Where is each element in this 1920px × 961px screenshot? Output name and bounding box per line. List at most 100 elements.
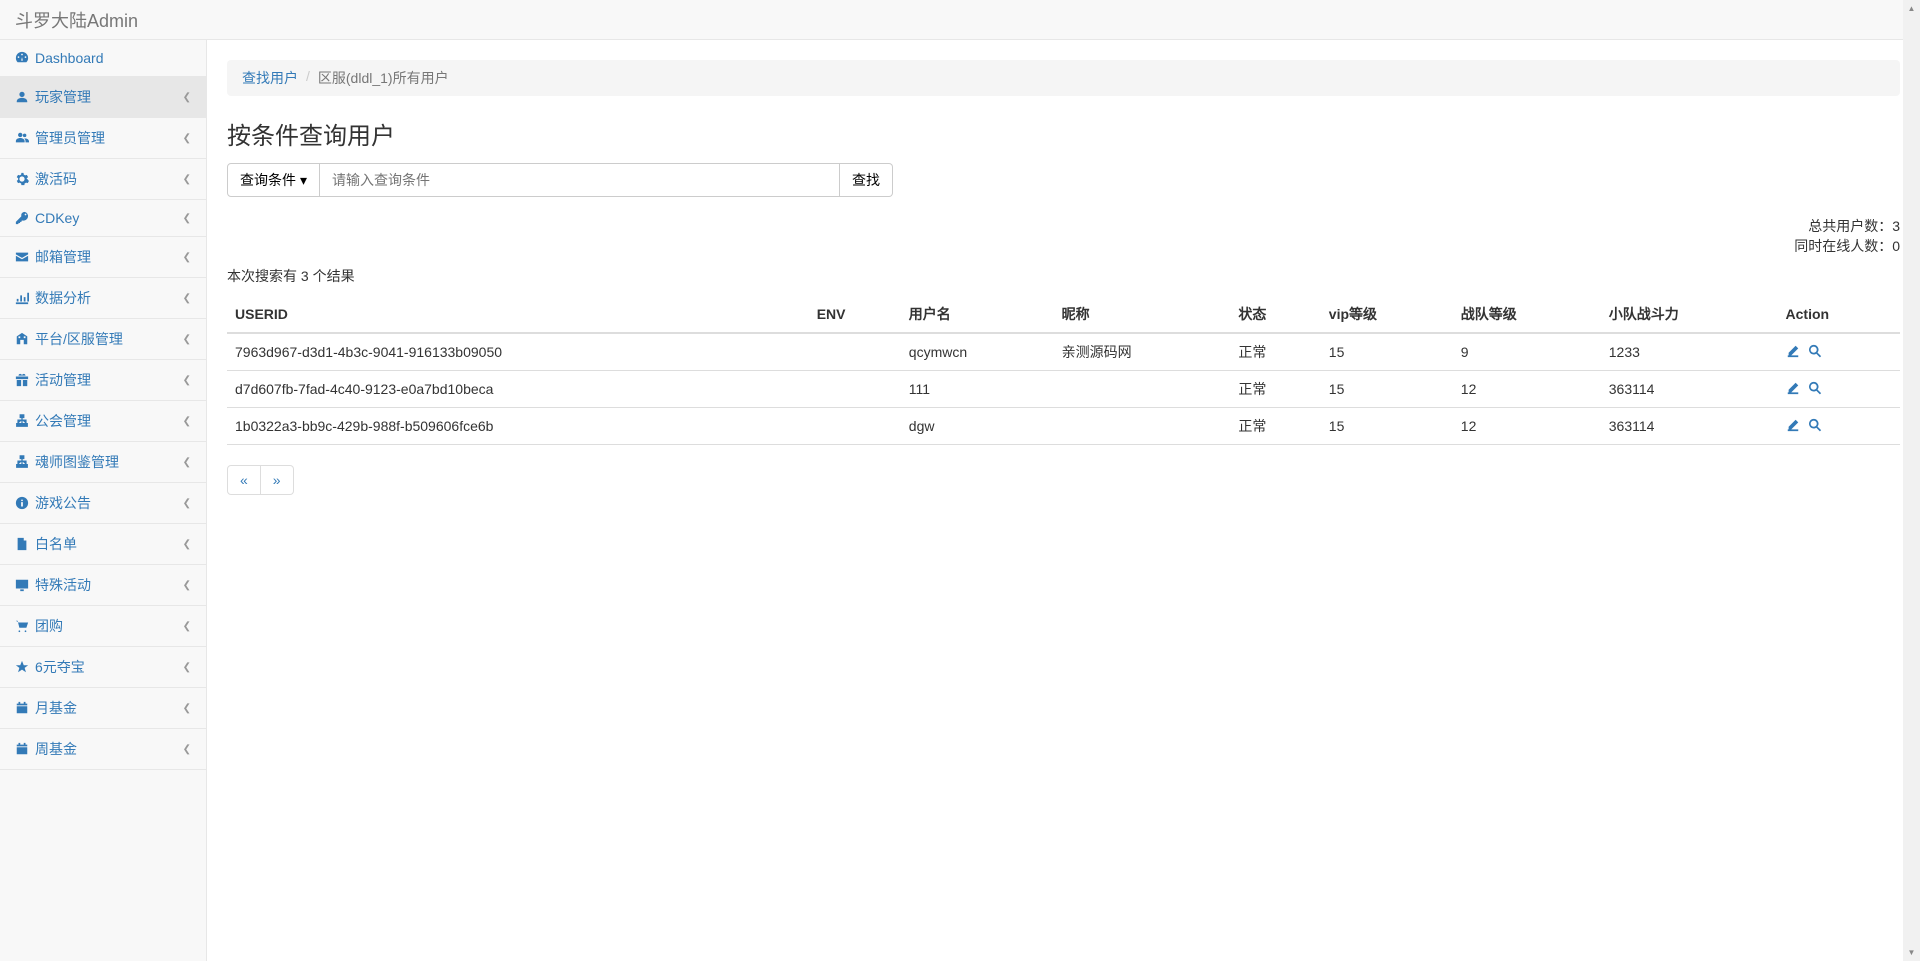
breadcrumb: 查找用户 / 区服(dldl_1)所有用户 (227, 60, 1900, 96)
chevron-left-icon: ❮ (183, 213, 191, 224)
cell-action (1778, 371, 1900, 408)
stats: 总共用户数：3 同时在线人数：0 (227, 217, 1900, 256)
chevron-left-icon: ❮ (183, 375, 191, 386)
sidebar-item-14[interactable]: 团购❮ (0, 606, 206, 647)
sidebar-item-17[interactable]: 周基金❮ (0, 729, 206, 770)
cell-username: qcymwcn (901, 333, 1054, 371)
gear-icon (15, 172, 29, 186)
sidebar-item-2[interactable]: 管理员管理❮ (0, 118, 206, 159)
sidebar-item-label: 游戏公告 (35, 493, 91, 513)
sidebar: Dashboard玩家管理❮管理员管理❮激活码❮CDKey❮邮箱管理❮数据分析❮… (0, 40, 207, 961)
sidebar-item-label: 数据分析 (35, 288, 91, 308)
cell-env (809, 333, 901, 371)
search-icon[interactable] (1808, 381, 1822, 398)
sidebar-item-label: 月基金 (35, 698, 77, 718)
results-info: 本次搜索有 3 个结果 (227, 266, 1900, 286)
cell-nickname (1054, 371, 1231, 408)
edit-icon[interactable] (1786, 344, 1800, 361)
cell-vip-level: 15 (1321, 333, 1453, 371)
scrollbar-up-icon[interactable]: ▲ (1903, 0, 1920, 17)
sidebar-item-label: 平台/区服管理 (35, 329, 123, 349)
edit-icon[interactable] (1786, 418, 1800, 435)
sidebar-item-6[interactable]: 数据分析❮ (0, 278, 206, 319)
sidebar-item-9[interactable]: 公会管理❮ (0, 401, 206, 442)
sidebar-item-5[interactable]: 邮箱管理❮ (0, 237, 206, 278)
total-users-stat: 总共用户数：3 (227, 217, 1900, 237)
sidebar-item-12[interactable]: 白名单❮ (0, 524, 206, 565)
search-icon[interactable] (1808, 418, 1822, 435)
sidebar-item-label: 特殊活动 (35, 575, 91, 595)
sidebar-item-label: Dashboard (35, 50, 104, 66)
sidebar-item-label: 魂师图鉴管理 (35, 452, 119, 472)
search-input[interactable] (320, 163, 840, 197)
sidebar-item-label: CDKey (35, 210, 79, 226)
sidebar-item-0[interactable]: Dashboard (0, 40, 206, 77)
sidebar-item-label: 6元夺宝 (35, 657, 85, 677)
scrollbar[interactable]: ▲ ▼ (1903, 0, 1920, 961)
navbar: 斗罗大陆Admin (0, 0, 1920, 40)
cell-team-power: 363114 (1601, 408, 1778, 445)
sidebar-item-label: 活动管理 (35, 370, 91, 390)
sidebar-item-11[interactable]: 游戏公告❮ (0, 483, 206, 524)
th-action: Action (1778, 296, 1900, 333)
breadcrumb-separator: / (306, 68, 310, 88)
cell-team-level: 12 (1453, 408, 1601, 445)
scrollbar-down-icon[interactable]: ▼ (1903, 944, 1920, 961)
chevron-left-icon: ❮ (183, 703, 191, 714)
sidebar-item-label: 团购 (35, 616, 63, 636)
cell-team-level: 12 (1453, 371, 1601, 408)
cell-vip-level: 15 (1321, 371, 1453, 408)
th-team-level: 战队等级 (1453, 296, 1601, 333)
gift-icon (15, 373, 29, 387)
chevron-left-icon: ❮ (183, 744, 191, 755)
cell-userid: 1b0322a3-bb9c-429b-988f-b509606fce6b (227, 408, 809, 445)
pagination-next-button[interactable]: » (261, 465, 294, 495)
envelope-icon (15, 250, 29, 264)
sidebar-item-4[interactable]: CDKey ❮ (0, 200, 206, 237)
cell-vip-level: 15 (1321, 408, 1453, 445)
online-users-stat: 同时在线人数：0 (227, 237, 1900, 257)
chevron-left-icon: ❮ (183, 92, 191, 103)
sidebar-item-16[interactable]: 月基金 ❮ (0, 688, 206, 729)
table-row: 1b0322a3-bb9c-429b-988f-b509606fce6b dgw 正… (227, 408, 1900, 445)
sidebar-item-8[interactable]: 活动管理 ❮ (0, 360, 206, 401)
cell-username: dgw (901, 408, 1054, 445)
sidebar-item-7[interactable]: 平台/区服管理❮ (0, 319, 206, 360)
sidebar-item-label: 玩家管理 (35, 87, 91, 107)
th-vip-level: vip等级 (1321, 296, 1453, 333)
th-env: ENV (809, 296, 901, 333)
star-icon (15, 660, 29, 674)
dashboard-icon (15, 51, 29, 65)
sitemap-icon (15, 414, 29, 428)
cell-status: 正常 (1230, 408, 1320, 445)
cell-userid: 7963d967-d3d1-4b3c-9041-916133b09050 (227, 333, 809, 371)
pagination-prev-button[interactable]: « (227, 465, 261, 495)
cell-env (809, 371, 901, 408)
navbar-brand[interactable]: 斗罗大陆Admin (15, 7, 138, 33)
sidebar-item-13[interactable]: 特殊活动❮ (0, 565, 206, 606)
cell-action (1778, 333, 1900, 371)
search-button[interactable]: 查找 (840, 163, 893, 197)
users-table: USERID ENV 用户名 昵称 状态 vip等级 战队等级 小队战斗力 Ac… (227, 296, 1900, 445)
calendar-icon (15, 701, 29, 715)
chevron-left-icon: ❮ (183, 133, 191, 144)
edit-icon[interactable] (1786, 381, 1800, 398)
search-dropdown-button[interactable]: 查询条件 ▾ (227, 163, 320, 197)
key-icon (15, 211, 29, 225)
info-icon (15, 496, 29, 510)
sidebar-item-1[interactable]: 玩家管理 ❮ (0, 77, 206, 118)
pagination: « » (227, 465, 1900, 495)
search-icon[interactable] (1808, 344, 1822, 361)
breadcrumb-link[interactable]: 查找用户 (242, 68, 298, 88)
sitemap-icon (15, 455, 29, 469)
chevron-left-icon: ❮ (183, 457, 191, 468)
sidebar-item-label: 白名单 (35, 534, 77, 554)
table-header-row: USERID ENV 用户名 昵称 状态 vip等级 战队等级 小队战斗力 Ac… (227, 296, 1900, 333)
table-row: 7963d967-d3d1-4b3c-9041-916133b09050 qcym… (227, 333, 1900, 371)
sidebar-item-15[interactable]: 6元夺宝❮ (0, 647, 206, 688)
sidebar-item-3[interactable]: 激活码❮ (0, 159, 206, 200)
caret-down-icon: ▾ (300, 172, 307, 189)
sidebar-item-10[interactable]: 魂师图鉴管理 ❮ (0, 442, 206, 483)
cell-team-level: 9 (1453, 333, 1601, 371)
cart-icon (15, 619, 29, 633)
